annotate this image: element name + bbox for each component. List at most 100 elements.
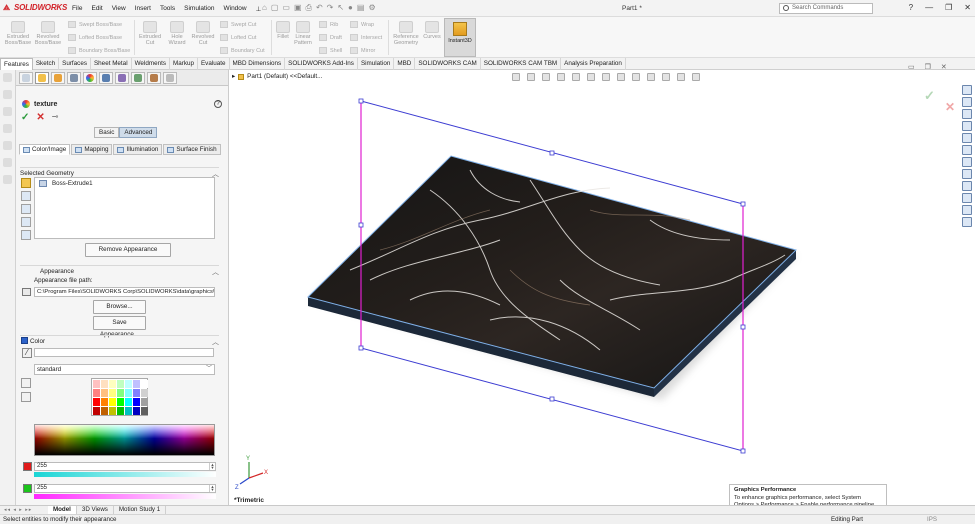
tab-scroll-arrows[interactable]: ◂◂ ◂ ▸ ▸▸	[0, 506, 48, 514]
tab-display-manager[interactable]	[83, 72, 97, 84]
color-swatch[interactable]	[117, 380, 124, 388]
color-swatch[interactable]	[117, 389, 124, 397]
swept-boss-button[interactable]: Swept Boss/Base	[68, 21, 122, 28]
redo-icon[interactable]: ↷	[327, 3, 334, 13]
select-icon[interactable]: ↖	[337, 3, 344, 13]
filter-feature-icon[interactable]	[21, 204, 31, 214]
color-swatch[interactable]	[117, 398, 124, 406]
selected-geometry-list[interactable]: Boss-Extrude1	[34, 177, 215, 239]
save-icon[interactable]: ▣	[294, 3, 302, 13]
unit-system[interactable]: IPS	[927, 515, 937, 524]
remove-swatch-icon[interactable]	[21, 392, 31, 402]
color-swatch[interactable]	[133, 407, 140, 415]
plane-handle[interactable]	[740, 448, 746, 454]
color-swatch[interactable]	[125, 407, 132, 415]
green-value-input[interactable]: 255 ▲ ▼	[34, 484, 216, 493]
hide-show-items-icon[interactable]	[617, 73, 625, 81]
selected-geometry-header[interactable]: Selected Geometry ︿	[20, 167, 219, 178]
dynamic-annotation-icon[interactable]	[572, 73, 580, 81]
color-swatch[interactable]	[109, 398, 116, 406]
plane-handle[interactable]	[358, 222, 364, 228]
tab-solidworks-cam-tbm[interactable]: SOLIDWORKS CAM TBM	[481, 58, 562, 70]
color-checkbox[interactable]	[21, 337, 28, 344]
eyedropper-icon[interactable]: ⁄	[22, 348, 32, 358]
viewport-restore-icon[interactable]: ❐	[925, 63, 931, 71]
plane-handle[interactable]	[358, 98, 364, 104]
forum-icon[interactable]	[962, 157, 972, 167]
tab-cam-operation[interactable]	[115, 72, 129, 84]
color-swatch[interactable]	[133, 398, 140, 406]
fillet-button[interactable]: Fillet	[274, 21, 292, 40]
color-swatch[interactable]	[141, 389, 148, 397]
reference-geometry-button[interactable]: Reference Geometry	[391, 21, 421, 46]
toolbox-icon[interactable]	[962, 181, 972, 191]
section-view-icon[interactable]	[557, 73, 565, 81]
options-icon[interactable]: ⚙	[368, 3, 375, 13]
tab-analysis-preparation[interactable]: Analysis Preparation	[561, 58, 626, 70]
spinner-icon[interactable]: ▲ ▼	[209, 463, 215, 470]
tab-mbd[interactable]: MBD	[394, 58, 416, 70]
chevron-up-icon[interactable]: ︿	[212, 267, 219, 277]
chevron-up-icon[interactable]: ︿	[212, 337, 219, 347]
display-style-icon[interactable]	[602, 73, 610, 81]
open-icon[interactable]: ▭	[282, 3, 290, 13]
tab-illumination[interactable]: Illumination	[113, 144, 163, 155]
smart-dimension-icon[interactable]	[3, 107, 12, 116]
print-icon[interactable]: ⎙	[306, 3, 312, 13]
pushpin-icon[interactable]: ⊸	[52, 112, 59, 123]
tab-features[interactable]: Features	[0, 58, 33, 70]
menu-window[interactable]: Window	[223, 5, 246, 13]
advanced-button[interactable]: Advanced	[119, 127, 158, 138]
tab-weldments[interactable]: Weldments	[132, 58, 170, 70]
color-swatch[interactable]	[93, 380, 100, 388]
tab-simulation[interactable]: Simulation	[358, 58, 395, 70]
add-swatch-icon[interactable]	[21, 378, 31, 388]
tab-more[interactable]	[163, 72, 177, 84]
cancel-x-icon[interactable]: ✕	[36, 112, 44, 123]
menu-insert[interactable]: Insert	[135, 5, 151, 13]
remove-appearance-button[interactable]: Remove Appearance	[85, 243, 171, 257]
cam-icon[interactable]	[962, 169, 972, 179]
green-slider[interactable]	[34, 494, 216, 499]
feature-tree-icon[interactable]	[3, 73, 12, 82]
red-value-input[interactable]: 255 ▲ ▼	[34, 462, 216, 471]
linear-pattern-button[interactable]: Linear Pattern	[292, 21, 314, 46]
color-mode-select[interactable]: standard ﹀	[34, 364, 215, 375]
viewport-close-icon[interactable]: ✕	[941, 63, 947, 71]
list-item[interactable]: Boss-Extrude1	[37, 180, 212, 188]
tab-property-manager[interactable]	[35, 72, 49, 84]
tab-model[interactable]: Model	[48, 506, 77, 514]
restore-icon[interactable]: ❐	[945, 3, 952, 12]
color-swatch[interactable]	[109, 380, 116, 388]
tab-configuration-manager[interactable]	[51, 72, 65, 84]
rib-button[interactable]: Rib	[319, 21, 338, 28]
extruded-cut-button[interactable]: Extruded Cut	[137, 21, 163, 46]
menu-simulation[interactable]: Simulation	[184, 5, 214, 13]
color-swatch[interactable]	[125, 389, 132, 397]
tab-mapping[interactable]: Mapping	[71, 144, 113, 155]
tab-sketch[interactable]: Sketch	[33, 58, 60, 70]
revolved-cut-button[interactable]: Revolved Cut	[190, 21, 216, 46]
minimize-icon[interactable]: —	[925, 3, 933, 12]
graphics-area[interactable]: Y X Z	[230, 70, 975, 505]
menu-view[interactable]: View	[112, 5, 126, 13]
line-icon[interactable]	[3, 124, 12, 133]
tab-markup[interactable]: Markup	[170, 58, 198, 70]
mirror-button[interactable]: Mirror	[350, 47, 375, 54]
tab-3d-views[interactable]: 3D Views	[77, 506, 114, 514]
red-slider[interactable]	[34, 472, 216, 477]
color-swatch[interactable]	[101, 389, 108, 397]
plane-handle[interactable]	[358, 345, 364, 351]
apply-scene-icon[interactable]	[647, 73, 655, 81]
color-swatch[interactable]	[101, 380, 108, 388]
zoom-area-icon[interactable]	[527, 73, 535, 81]
tab-solidworks-add-ins[interactable]: SOLIDWORKS Add-Ins	[285, 58, 358, 70]
intersect-button[interactable]: Intersect	[350, 34, 382, 41]
sketch-icon[interactable]	[3, 90, 12, 99]
file-properties-icon[interactable]: ▤	[357, 3, 365, 13]
filter-face-icon[interactable]	[21, 217, 31, 227]
lofted-cut-button[interactable]: Lofted Cut	[220, 34, 256, 41]
tab-cam-feature[interactable]	[99, 72, 113, 84]
solidworks-resources-icon[interactable]	[962, 85, 972, 95]
color-swatch[interactable]	[125, 398, 132, 406]
